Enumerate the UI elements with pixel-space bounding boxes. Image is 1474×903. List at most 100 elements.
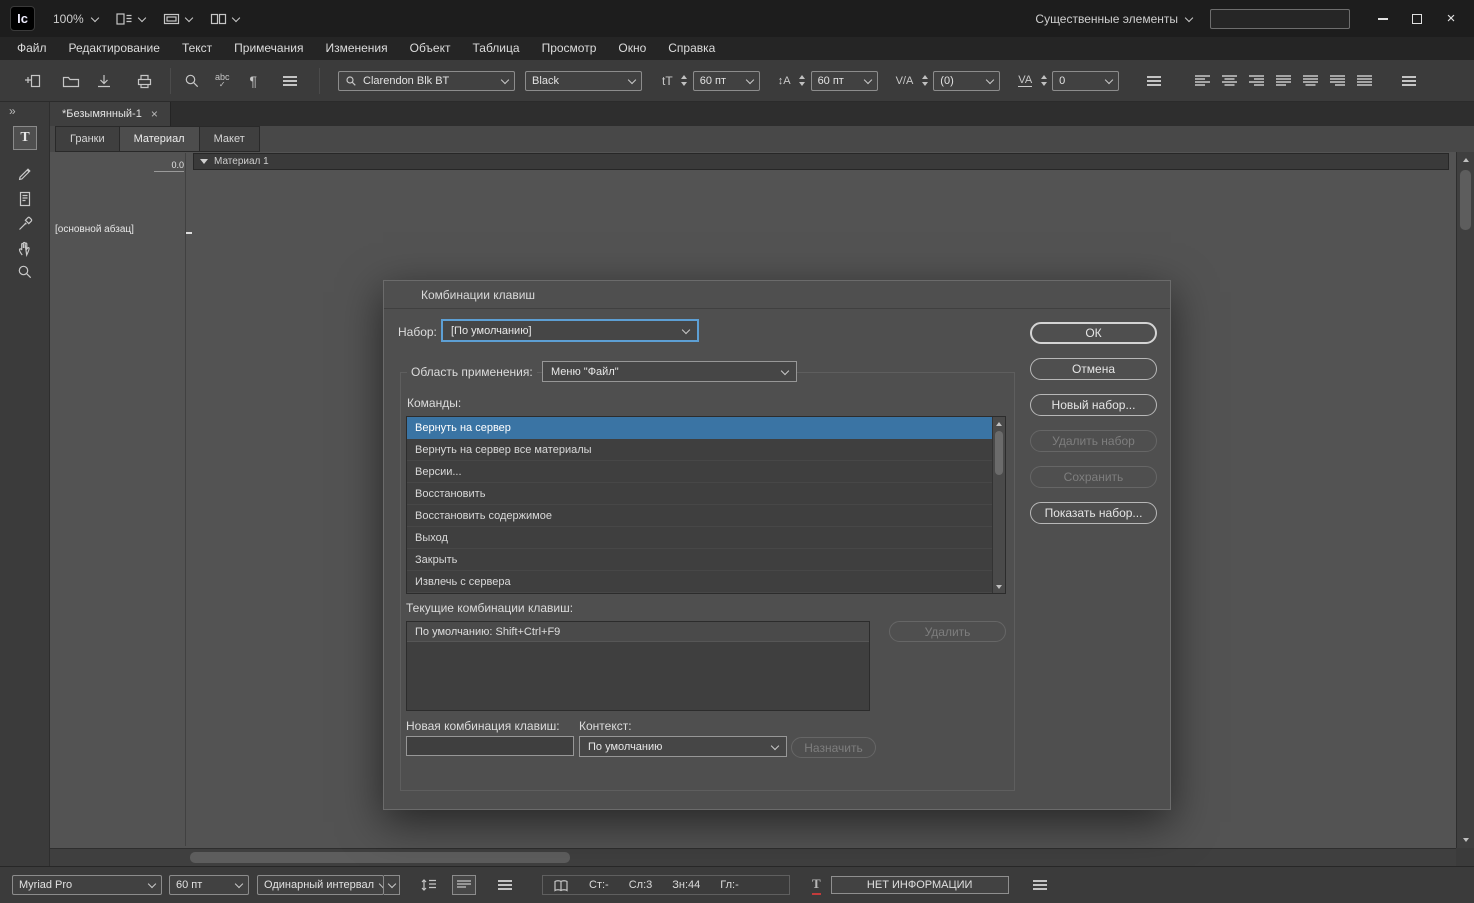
align-center-button[interactable] [1222,74,1238,87]
spacing-options-button[interactable] [420,877,438,893]
font-style-combo[interactable]: Black [525,70,643,91]
menu-item-4[interactable]: Примечания [223,37,314,60]
command-row-4[interactable]: Восстановить [407,483,992,505]
open-document-button[interactable] [61,72,81,90]
zoom-button[interactable] [183,72,201,90]
save-button[interactable] [95,72,113,90]
set-dropdown[interactable]: [По умолчанию] [442,320,698,341]
document-tab[interactable]: *Безымянный-1 × [50,102,171,126]
commands-scrollbar[interactable] [992,417,1005,593]
leading-stepper[interactable] [797,75,808,86]
notes-view-tool[interactable] [13,187,37,211]
scroll-down-arrow[interactable] [1457,832,1474,848]
menu-item-6[interactable]: Объект [399,37,462,60]
view-tab-2[interactable]: Материал [118,126,200,152]
collapse-panel-icon[interactable]: » [9,104,16,118]
vertical-scroll-thumb[interactable] [1460,170,1471,230]
menu-item-1[interactable]: Файл [6,37,58,60]
toolbar-panel-menu-icon[interactable] [283,75,298,86]
font-family-combo[interactable]: Clarendon Blk BT [338,70,516,91]
scroll-up-arrow[interactable] [993,417,1005,430]
command-row-6[interactable]: Выход [407,527,992,549]
zoom-tool[interactable] [13,260,37,284]
eyedropper-tool[interactable] [13,212,37,236]
new-shortcut-input[interactable] [406,736,574,756]
scroll-down-arrow[interactable] [993,580,1005,593]
command-row-2[interactable]: Вернуть на сервер все материалы [407,439,992,461]
dialog-title[interactable]: Комбинации клавиш [384,281,1170,309]
status-size-combo[interactable]: 60 пт [169,875,249,895]
command-row-7[interactable]: Закрыть [407,549,992,571]
maximize-button[interactable] [1402,6,1432,32]
command-row-8[interactable]: Извлечь с сервера [407,571,992,593]
assign-button[interactable]: Назначить [791,737,876,758]
new-set-button[interactable]: Новый набор... [1030,394,1157,416]
menu-item-9[interactable]: Окно [607,37,657,60]
info-menu-icon[interactable] [1032,880,1047,890]
align-left-button[interactable] [1195,74,1211,87]
story-bar[interactable]: Материал 1 [193,153,1449,170]
new-document-button[interactable] [24,72,43,90]
menu-item-7[interactable]: Таблица [462,37,531,60]
status-view-menu-icon[interactable] [498,880,512,890]
horizontal-scroll-thumb[interactable] [190,852,570,863]
font-size-stepper[interactable] [679,75,690,86]
command-row-3[interactable]: Версии... [407,461,992,483]
justify-all-button[interactable] [1357,74,1373,87]
workspace-switcher[interactable]: Существенные элементы [1035,12,1194,26]
galley-view-toggle[interactable] [452,875,476,895]
status-font-combo[interactable]: Myriad Pro [12,875,162,895]
justify-right-button[interactable] [1330,74,1346,87]
note-tool[interactable] [13,160,37,184]
hand-tool[interactable] [13,236,37,260]
status-spacing-combo[interactable]: Одинарный интервал [257,875,384,895]
screen-mode-dropdown[interactable] [163,12,193,26]
type-tool[interactable]: T [13,126,37,150]
horizontal-scrollbar[interactable] [50,848,1456,866]
menu-item-5[interactable]: Изменения [314,37,398,60]
save-button[interactable]: Сохранить [1030,466,1157,488]
leading-combo[interactable]: 60 пт [810,70,878,91]
tracking-combo[interactable]: 0 [1052,70,1120,91]
arrange-documents-dropdown[interactable] [210,12,240,26]
delete-set-button[interactable]: Удалить набор [1030,430,1157,452]
view-options-dropdown[interactable] [116,12,146,26]
commands-scroll-thumb[interactable] [995,431,1003,475]
remove-shortcut-button[interactable]: Удалить [889,621,1006,642]
product-area-dropdown[interactable]: Меню "Файл" [542,361,797,382]
command-row-5[interactable]: Восстановить содержимое [407,505,992,527]
character-panel-menu-icon[interactable] [1147,75,1162,86]
menu-item-10[interactable]: Справка [657,37,726,60]
spellcheck-button[interactable]: abc [215,72,230,89]
app-search-input[interactable] [1210,8,1350,29]
ok-button[interactable]: ОК [1030,322,1157,344]
align-right-button[interactable] [1249,74,1265,87]
spacing-extra-dropdown[interactable] [384,875,400,895]
justify-left-button[interactable] [1276,74,1292,87]
menu-item-3[interactable]: Текст [171,37,223,60]
menu-item-8[interactable]: Просмотр [531,37,608,60]
minimize-button[interactable] [1368,6,1398,32]
show-set-button[interactable]: Показать набор... [1030,502,1157,524]
kerning-stepper[interactable] [919,75,930,86]
paragraph-panel-menu-icon[interactable] [1402,75,1417,86]
zoom-level-dropdown[interactable]: 100% [53,12,99,26]
current-shortcut-item[interactable]: По умолчанию: Shift+Ctrl+F9 [407,622,869,642]
kerning-combo[interactable]: (0) [933,70,1001,91]
command-row-1[interactable]: Вернуть на сервер [407,417,992,439]
view-tab-1[interactable]: Гранки [55,126,120,152]
close-button[interactable]: × [1436,6,1466,32]
tab-close-icon[interactable]: × [151,107,158,121]
font-size-combo[interactable]: 60 пт [692,70,760,91]
cancel-button[interactable]: Отмена [1030,358,1157,380]
justify-center-button[interactable] [1303,74,1319,87]
collapse-story-icon[interactable] [200,159,208,164]
context-dropdown[interactable]: По умолчанию [579,736,787,757]
menu-item-2[interactable]: Редактирование [58,37,171,60]
vertical-scrollbar[interactable] [1456,152,1474,848]
tracking-stepper[interactable] [1038,75,1049,86]
show-hidden-characters-button[interactable]: ¶ [250,73,258,89]
view-tab-3[interactable]: Макет [198,126,260,152]
scroll-up-arrow[interactable] [1457,152,1474,168]
print-button[interactable] [135,72,154,90]
